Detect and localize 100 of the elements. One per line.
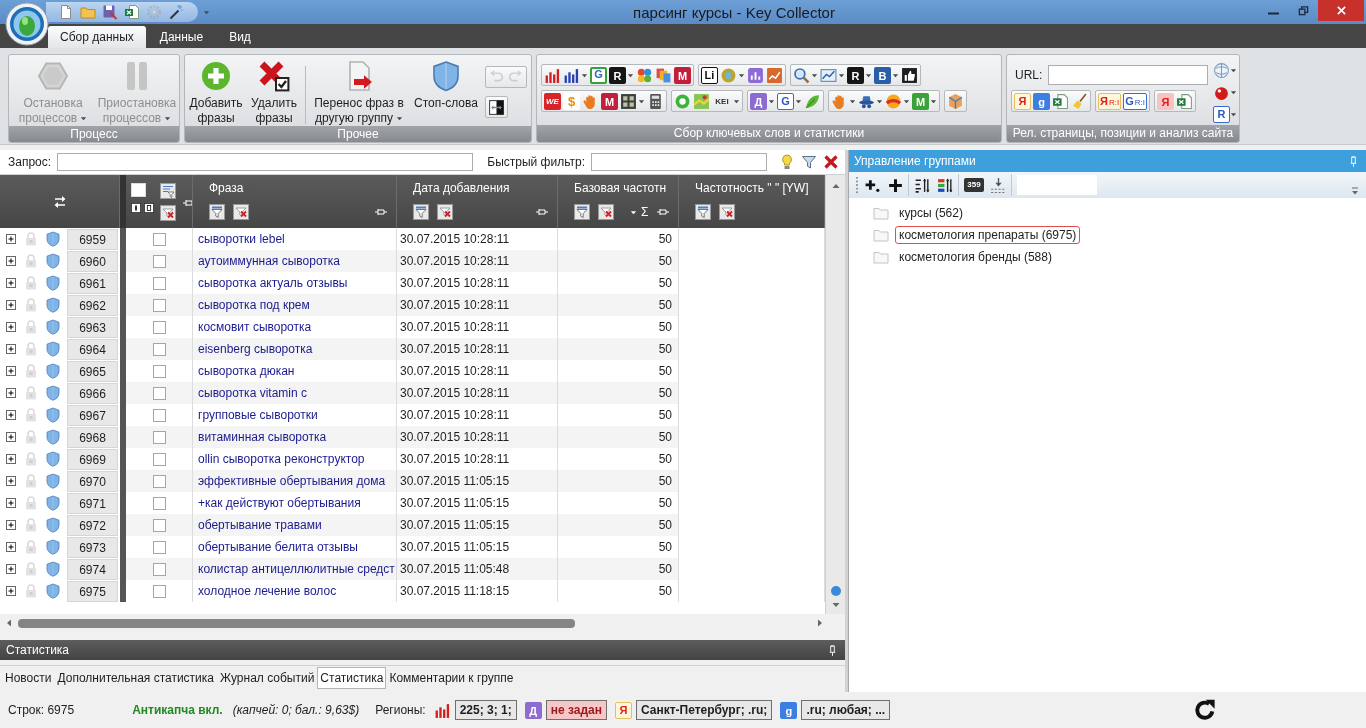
checkbox[interactable]: [152, 320, 166, 334]
ball-icon[interactable]: [1213, 84, 1230, 101]
ribbon-tab[interactable]: Данные: [147, 26, 216, 48]
filter-icon[interactable]: [413, 204, 429, 220]
clear-filter-icon[interactable]: [719, 204, 735, 220]
filter-icon[interactable]: [209, 204, 225, 220]
split-square-icon[interactable]: [488, 98, 505, 116]
group-search-field[interactable]: [1017, 175, 1097, 195]
tool-button[interactable]: R: [1213, 106, 1230, 123]
panel-tab[interactable]: Журнал событий: [217, 667, 318, 689]
expand-icon[interactable]: [5, 541, 17, 553]
cube-icon[interactable]: [947, 92, 964, 110]
tool-button[interactable]: Д: [750, 92, 767, 110]
tool-button[interactable]: G R:I: [1123, 92, 1147, 110]
expand-icon[interactable]: [5, 387, 17, 399]
panel-tab[interactable]: Статистика: [317, 667, 387, 689]
url-field[interactable]: [1048, 65, 1209, 85]
tool-button[interactable]: Д: [524, 701, 542, 719]
clear-filter-icon[interactable]: [233, 204, 249, 220]
tool-button[interactable]: 359: [964, 178, 984, 192]
scroll-thumb[interactable]: [830, 586, 841, 596]
tool-button[interactable]: R: [847, 66, 864, 84]
square-outline-icon[interactable]: [144, 203, 154, 213]
expand-icon[interactable]: [5, 365, 17, 377]
panel-tab[interactable]: Комментарии к группе: [386, 667, 517, 689]
tool-button[interactable]: Я: [1014, 92, 1031, 110]
expand-icon[interactable]: [5, 453, 17, 465]
magic-wand-icon[interactable]: [168, 4, 184, 20]
ribbon-tab[interactable]: Вид: [217, 26, 263, 48]
checkbox[interactable]: [152, 386, 166, 400]
panel-tab[interactable]: Дополнительная статистика: [54, 667, 217, 689]
ribbon-tab[interactable]: Сбор данных: [48, 26, 146, 48]
tool-button[interactable]: G: [590, 66, 607, 84]
tool-button[interactable]: M: [601, 92, 618, 110]
checkbox[interactable]: [152, 584, 166, 598]
tool-button[interactable]: R: [609, 66, 626, 84]
select-all-checkbox[interactable]: [131, 183, 146, 197]
vertical-scrollbar[interactable]: [825, 175, 845, 614]
bar-chart-icon[interactable]: [433, 701, 451, 719]
panel-tab[interactable]: Новости: [2, 667, 55, 689]
caret-icon[interactable]: [903, 97, 910, 105]
region-value[interactable]: не задан: [545, 700, 607, 720]
checkbox[interactable]: [152, 408, 166, 422]
bars-sort-icon[interactable]: [937, 176, 954, 194]
checkbox[interactable]: [152, 342, 166, 356]
refresh-icon[interactable]: [1194, 699, 1216, 721]
column-header[interactable]: Дата добавления: [413, 181, 557, 195]
grid-tile-icon[interactable]: [620, 92, 637, 110]
dots-cluster-icon[interactable]: [636, 66, 653, 84]
thumbs-up-icon[interactable]: [901, 66, 918, 84]
line-chart-tile-icon[interactable]: [766, 66, 783, 84]
expand-icon[interactable]: [5, 321, 17, 333]
tool-button[interactable]: B: [874, 66, 891, 84]
filter-icon[interactable]: [801, 154, 817, 170]
group-tree-item[interactable]: косметология препараты (6975): [895, 226, 1081, 244]
group-tree-item[interactable]: косметология бренды (588): [895, 248, 1056, 266]
tool-button[interactable]: WE: [544, 92, 561, 110]
checkbox[interactable]: [152, 254, 166, 268]
checkbox[interactable]: [152, 452, 166, 466]
tool-button[interactable]: g: [1033, 92, 1050, 110]
ribbon-button[interactable]: Удалить фразы: [247, 58, 301, 126]
expand-icon[interactable]: [5, 233, 17, 245]
blocks-icon[interactable]: [655, 66, 672, 84]
quick-filter-field[interactable]: [591, 153, 767, 171]
expand-icon[interactable]: [5, 343, 17, 355]
pin-icon[interactable]: [656, 207, 671, 217]
checkbox[interactable]: [152, 474, 166, 488]
caret-icon[interactable]: [849, 97, 856, 105]
chart-tile-icon[interactable]: [747, 66, 764, 84]
caret-icon[interactable]: [638, 97, 645, 105]
spreadsheet-icon[interactable]: [1175, 92, 1193, 110]
expand-icon[interactable]: [5, 497, 17, 509]
group-tree-item[interactable]: курсы (562): [895, 204, 967, 222]
calculator-icon[interactable]: [647, 92, 664, 110]
expand-icon[interactable]: [5, 277, 17, 289]
pin-icon[interactable]: [374, 207, 388, 217]
document-icon[interactable]: [58, 4, 74, 20]
caret-icon[interactable]: [396, 115, 404, 123]
region-value[interactable]: .ru; любая; ...: [801, 700, 891, 720]
caret-icon[interactable]: [1230, 67, 1237, 74]
tool-button[interactable]: Li: [701, 66, 718, 84]
tool-button[interactable]: ЯR:I: [1098, 92, 1122, 110]
spreadsheet-icon[interactable]: [1052, 92, 1069, 110]
broom-icon[interactable]: [1071, 92, 1088, 110]
leaf-icon[interactable]: [804, 92, 821, 110]
region-value[interactable]: Санкт-Петербург; .ru;: [635, 700, 773, 720]
checkbox[interactable]: [152, 496, 166, 510]
filter-list-icon[interactable]: [160, 183, 176, 199]
caret-icon[interactable]: [1230, 111, 1237, 118]
checkbox[interactable]: [152, 232, 166, 246]
clear-filter-icon[interactable]: [160, 205, 176, 221]
filter-icon[interactable]: [695, 204, 711, 220]
clear-filter-icon[interactable]: [598, 204, 614, 220]
line-graph-icon[interactable]: [820, 66, 837, 84]
search-icon[interactable]: [793, 66, 810, 84]
pin-icon[interactable]: [182, 198, 192, 208]
spreadsheet-icon[interactable]: [124, 4, 140, 20]
sum-label[interactable]: Σ: [641, 205, 649, 219]
caret-icon[interactable]: [733, 97, 740, 105]
caret-icon[interactable]: [581, 71, 588, 79]
